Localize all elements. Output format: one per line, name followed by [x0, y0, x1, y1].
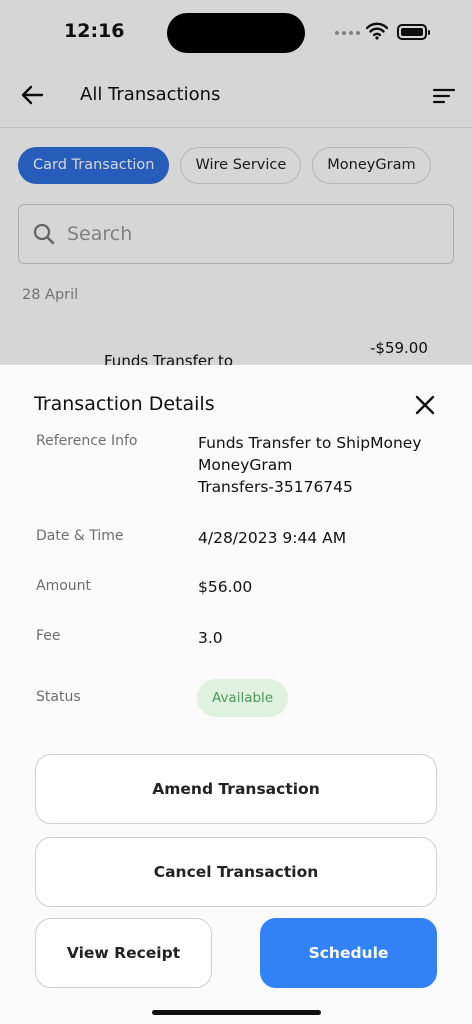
fee-label: Fee — [36, 628, 61, 644]
amend-transaction-button[interactable]: Amend Transaction — [35, 754, 437, 824]
datetime-label: Date & Time — [36, 528, 124, 544]
view-receipt-button[interactable]: View Receipt — [35, 918, 212, 988]
reference-value: Funds Transfer to ShipMoney MoneyGram Tr… — [198, 432, 422, 498]
home-indicator[interactable] — [152, 1010, 321, 1015]
status-label: Status — [36, 689, 81, 705]
reference-line-1: Funds Transfer to ShipMoney — [198, 434, 422, 452]
schedule-button[interactable]: Schedule — [260, 918, 437, 988]
amount-label: Amount — [36, 578, 92, 594]
reference-line-2: MoneyGram — [198, 456, 293, 474]
fee-value: 3.0 — [198, 629, 223, 647]
datetime-value: 4/28/2023 9:44 AM — [198, 529, 347, 547]
reference-line-3: Transfers-35176745 — [198, 478, 353, 496]
close-icon[interactable] — [414, 394, 436, 416]
reference-label: Reference Info — [36, 433, 138, 449]
cancel-transaction-button[interactable]: Cancel Transaction — [35, 837, 437, 907]
status-badge: Available — [197, 679, 289, 717]
transaction-details-sheet: Transaction Details Reference Info Funds… — [0, 365, 472, 1024]
sheet-title: Transaction Details — [34, 393, 215, 415]
amount-value: $56.00 — [198, 578, 253, 596]
